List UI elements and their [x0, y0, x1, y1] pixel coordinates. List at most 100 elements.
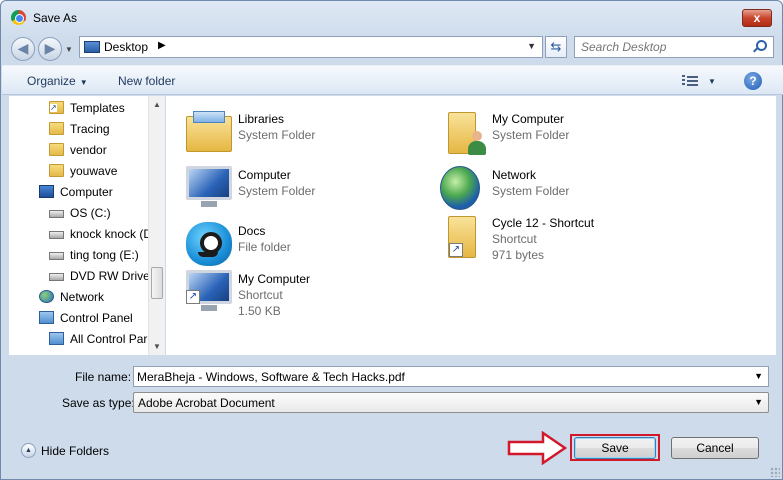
nav-item-label: youwave — [70, 164, 118, 178]
file-type: System Folder — [492, 184, 570, 198]
nav-pane-scrollbar[interactable]: ▲ ▼ — [148, 96, 165, 355]
nav-item-label: All Control Par — [70, 332, 148, 346]
forward-arrow-icon: ▶ — [44, 40, 56, 56]
nav-item-label: vendor — [70, 143, 107, 157]
drive-icon — [49, 210, 64, 218]
back-button[interactable]: ◀ — [11, 37, 35, 61]
file-name-input[interactable] — [134, 367, 744, 386]
address-bar[interactable]: Desktop ▶ ▼ — [79, 36, 543, 58]
folder-shortcut-icon — [49, 101, 64, 114]
dvd-drive-icon — [49, 273, 64, 281]
forward-button[interactable]: ▶ — [38, 37, 62, 61]
nav-item-label: Control Panel — [60, 311, 133, 325]
desktop-icon — [84, 41, 100, 53]
folder-icon — [49, 122, 64, 135]
file-size: 1.50 KB — [238, 304, 281, 318]
file-item-computer[interactable]: Computer System Folder — [186, 162, 406, 216]
libraries-icon — [186, 111, 232, 152]
file-name: My Computer — [238, 272, 311, 286]
folder-icon — [49, 164, 64, 177]
chevron-down-icon[interactable]: ▼ — [754, 397, 763, 407]
file-list: Libraries System Folder My Computer Syst… — [166, 96, 776, 355]
organize-button[interactable]: Organize ▼ — [27, 74, 88, 88]
file-type: System Folder — [238, 184, 316, 198]
help-button[interactable]: ? — [744, 72, 762, 90]
title-bar: Save As x — [1, 1, 782, 33]
save-as-type-label: Save as type: — [62, 396, 135, 410]
refresh-icon: ⇆ — [550, 39, 562, 54]
user-folder-icon — [448, 112, 486, 155]
network-icon — [39, 290, 54, 303]
nav-item-label: OS (C:) — [70, 206, 111, 220]
drive-icon — [49, 252, 64, 260]
search-icon[interactable] — [756, 40, 767, 51]
address-location[interactable]: Desktop — [104, 40, 148, 54]
folder-icon — [49, 143, 64, 156]
scrollbar-thumb[interactable] — [151, 267, 163, 299]
shortcut-arrow-icon: ↗ — [449, 243, 463, 257]
file-name: Network — [492, 168, 537, 182]
drive-icon — [49, 231, 64, 239]
control-panel-icon — [39, 311, 54, 324]
save-as-dialog: Save As x ◀ ▶ ▼ Desktop ▶ ▼ ⇆ Organize▼ … — [0, 0, 783, 480]
command-bar: Organize ▼ New folder ▼ ? — [2, 65, 783, 95]
network-icon — [440, 166, 480, 210]
file-item-libraries[interactable]: Libraries System Folder — [186, 106, 406, 160]
nav-item-label: Tracing — [70, 122, 110, 136]
file-item-my-computer-shortcut[interactable]: ↗ My Computer Shortcut 1.50 KB — [186, 266, 406, 320]
address-dropdown-icon[interactable]: ▼ — [527, 41, 536, 51]
search-input[interactable] — [575, 37, 750, 57]
scroll-down-icon[interactable]: ▼ — [153, 342, 161, 351]
save-as-type-select[interactable]: Adobe Acrobat Document ▼ — [133, 392, 769, 413]
file-name: Libraries — [238, 112, 285, 126]
nav-item-label: Network — [60, 290, 105, 304]
annotation-arrow-icon — [507, 431, 567, 465]
file-item-network[interactable]: Network System Folder — [440, 162, 660, 216]
recent-locations-dropdown-icon[interactable]: ▼ — [65, 45, 73, 54]
cancel-button[interactable]: Cancel — [671, 437, 759, 459]
nav-item-label: Computer — [60, 185, 113, 199]
view-options-icon[interactable] — [682, 74, 698, 88]
breadcrumb-chevron-icon[interactable]: ▶ — [158, 40, 166, 51]
file-type: Shortcut — [492, 232, 537, 246]
organize-label: Organize — [27, 74, 76, 88]
file-type: System Folder — [238, 128, 316, 142]
chevron-down-icon[interactable]: ▼ — [754, 371, 763, 381]
nav-item-label: ting tong (E:) — [70, 248, 139, 262]
file-item-my-computer-folder[interactable]: My Computer System Folder — [440, 106, 660, 160]
file-name: Docs — [238, 224, 266, 238]
scroll-up-icon[interactable]: ▲ — [153, 100, 161, 109]
file-size: 971 bytes — [492, 248, 545, 262]
chrome-icon — [11, 10, 26, 25]
file-name: My Computer — [492, 112, 565, 126]
computer-shortcut-icon: ↗ — [186, 270, 232, 311]
file-name: Cycle 12 - Shortcut — [492, 216, 595, 230]
nav-item-label: knock knock (D — [70, 227, 153, 241]
shortcut-arrow-icon: ↗ — [186, 290, 200, 304]
file-type: System Folder — [492, 128, 570, 142]
search-box[interactable] — [574, 36, 774, 58]
new-folder-button[interactable]: New folder — [118, 74, 175, 88]
hide-folders-label: Hide Folders — [41, 444, 110, 458]
file-type: File folder — [238, 240, 291, 254]
resize-grip-icon[interactable] — [770, 467, 780, 477]
nav-item-label: Templates — [70, 101, 125, 115]
back-arrow-icon: ◀ — [17, 40, 29, 56]
view-dropdown-icon[interactable]: ▼ — [708, 77, 716, 86]
refresh-button[interactable]: ⇆ — [545, 36, 567, 58]
file-name-combobox[interactable]: ▼ — [133, 366, 769, 387]
monster-folder-icon — [186, 222, 232, 266]
chevron-up-icon: ▲ — [21, 443, 36, 458]
save-button[interactable]: Save — [574, 437, 656, 459]
file-type: Shortcut — [238, 288, 283, 302]
file-item-cycle-12-shortcut[interactable]: ↗ Cycle 12 - Shortcut Shortcut 971 bytes — [440, 210, 660, 264]
computer-icon — [186, 166, 232, 207]
close-button[interactable]: x — [742, 9, 772, 27]
window-title: Save As — [33, 11, 78, 25]
navigation-pane: Templates Tracing vendor youwave Compute… — [9, 96, 165, 355]
file-name: Computer — [238, 168, 291, 182]
file-item-docs[interactable]: Docs File folder — [186, 218, 406, 272]
file-name-label: File name: — [75, 370, 132, 384]
save-as-type-value: Adobe Acrobat Document — [138, 396, 275, 410]
control-panel-icon — [49, 332, 64, 345]
